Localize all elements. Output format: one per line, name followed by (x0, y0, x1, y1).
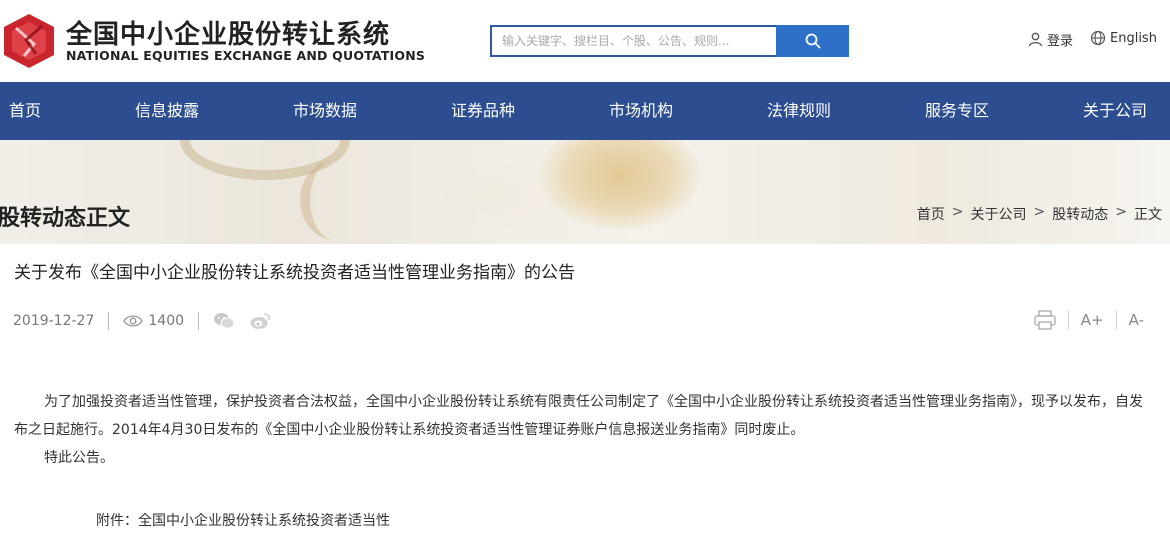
nav-item-disclosure[interactable]: 信息披露 (135, 82, 199, 140)
banner-decoration (300, 160, 370, 240)
article-paragraph: 为了加强投资者适当性管理，保护投资者合法权益，全国中小企业股份转让系统有限责任公… (14, 394, 1143, 438)
breadcrumb-item-about[interactable]: 关于公司 (971, 204, 1027, 224)
article-date: 2019-12-27 (13, 313, 95, 329)
article-paragraph: 特此公告。 (44, 450, 114, 466)
article-meta: 2019-12-27 1400 (13, 312, 271, 330)
article-tools: A+ A- (1034, 310, 1144, 330)
logo-icon[interactable] (4, 14, 54, 68)
globe-icon (1090, 30, 1106, 46)
language-label: English (1110, 30, 1157, 46)
login-label: 登录 (1047, 34, 1074, 49)
breadcrumb-item-current: 正文 (1134, 207, 1162, 223)
search-icon (805, 33, 820, 49)
view-count: 1400 (123, 313, 184, 329)
font-increase-button[interactable]: A+ (1081, 311, 1104, 329)
breadcrumb-separator: > (951, 204, 964, 220)
breadcrumb-separator: > (1033, 204, 1046, 220)
breadcrumb-item-home[interactable]: 首页 (917, 204, 945, 224)
search-button[interactable] (776, 25, 849, 57)
page-title: 股转动态正文 (0, 206, 131, 231)
nav-item-about[interactable]: 关于公司 (1083, 82, 1147, 140)
article-body: 为了加强投资者适当性管理，保护投资者合法权益，全国中小企业股份转让系统有限责任公… (14, 388, 1144, 472)
breadcrumb: 首页 > 关于公司 > 股转动态 > 正文 (917, 204, 1162, 224)
divider (1067, 311, 1069, 329)
nav-item-securities[interactable]: 证券品种 (451, 82, 515, 140)
main-nav: 首页 信息披露 市场数据 证券品种 市场机构 法律规则 服务专区 关于公司 (0, 82, 1170, 140)
login-link[interactable]: 登录 (1028, 30, 1073, 49)
breadcrumb-item-news[interactable]: 股转动态 (1052, 204, 1108, 224)
share-buttons (213, 312, 271, 330)
language-switch[interactable]: English (1090, 30, 1157, 46)
wechat-icon[interactable] (213, 312, 235, 330)
search-input[interactable] (492, 27, 776, 55)
breadcrumb-separator: > (1115, 204, 1127, 220)
font-decrease-button[interactable]: A- (1129, 311, 1144, 329)
nav-item-market-data[interactable]: 市场数据 (293, 82, 357, 140)
nav-item-home[interactable]: 首页 (9, 82, 41, 140)
view-count-value: 1400 (148, 313, 185, 329)
nav-item-institutions[interactable]: 市场机构 (609, 82, 673, 140)
eye-icon (123, 315, 144, 327)
weibo-icon[interactable] (249, 312, 271, 330)
page-banner (0, 140, 1170, 244)
nav-item-rules[interactable]: 法律规则 (767, 82, 831, 140)
article-card: 关于发布《全国中小企业股份转让系统投资者适当性管理业务指南》的公告 2019-1… (0, 244, 1164, 545)
divider (108, 312, 110, 330)
site-header: 全国中小企业股份转让系统 NATIONAL EQUITIES EXCHANGE … (0, 0, 1170, 82)
user-icon (1028, 32, 1043, 47)
divider (1115, 311, 1117, 329)
search-field[interactable] (490, 25, 776, 57)
article-title: 关于发布《全国中小企业股份转让系统投资者适当性管理业务指南》的公告 (14, 263, 575, 283)
logo-english-name[interactable]: NATIONAL EQUITIES EXCHANGE AND QUOTATION… (66, 48, 425, 63)
nav-item-services[interactable]: 服务专区 (925, 82, 989, 140)
divider (198, 312, 200, 330)
print-icon[interactable] (1034, 310, 1056, 330)
logo-chinese-name[interactable]: 全国中小企业股份转让系统 (66, 14, 390, 51)
attachment-link[interactable]: 附件：全国中小企业股份转让系统投资者适当性 (96, 510, 390, 530)
